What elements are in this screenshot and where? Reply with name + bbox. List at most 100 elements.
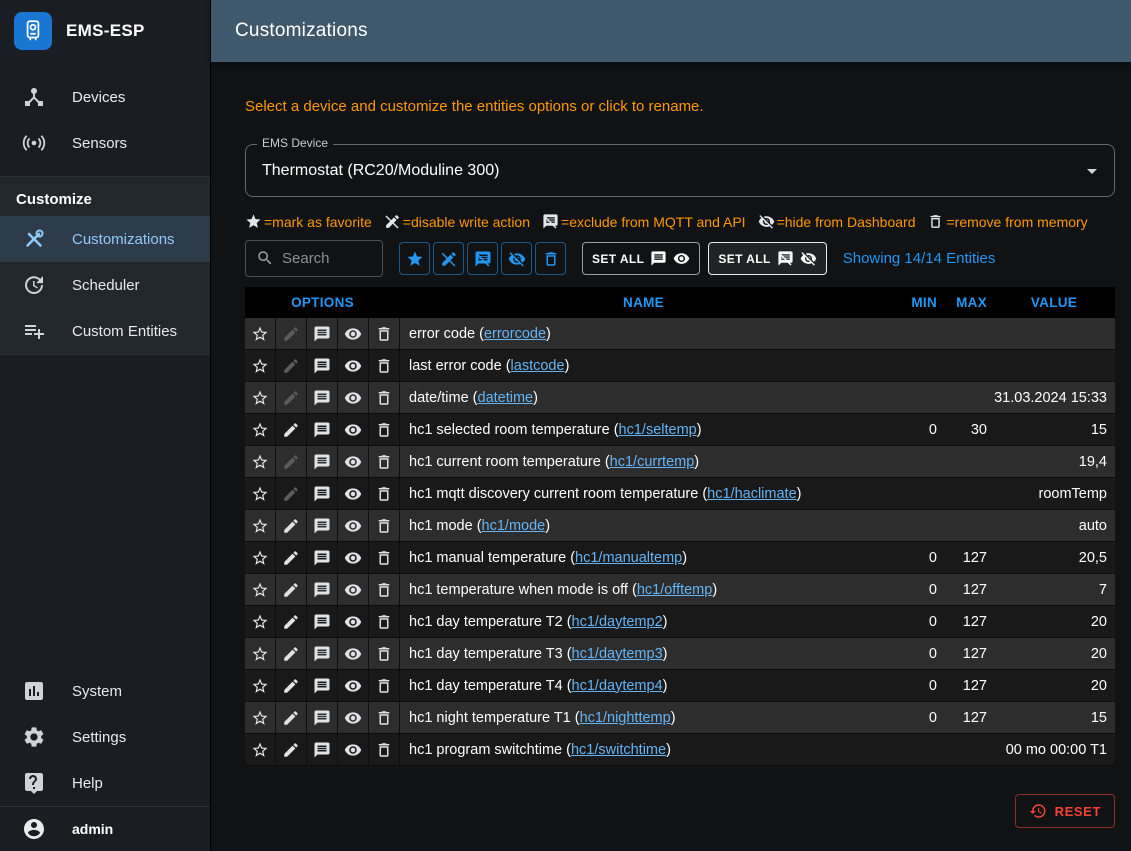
set-all-button-2[interactable]: SET ALL — [708, 242, 826, 275]
reset-button[interactable]: RESET — [1015, 794, 1115, 828]
write-toggle[interactable] — [276, 350, 307, 381]
sidebar-item-devices[interactable]: Devices — [0, 74, 210, 120]
remove-toggle[interactable] — [369, 542, 400, 573]
write-toggle[interactable] — [276, 638, 307, 669]
favorite-toggle[interactable] — [245, 382, 276, 413]
sidebar-item-settings[interactable]: Settings — [0, 714, 210, 760]
visibility-toggle[interactable] — [338, 318, 369, 349]
remove-toggle[interactable] — [369, 510, 400, 541]
favorite-toggle[interactable] — [245, 446, 276, 477]
favorite-toggle[interactable] — [245, 318, 276, 349]
sidebar-item-custom-entities[interactable]: Custom Entities — [0, 308, 210, 354]
entity-name[interactable]: hc1 mode (hc1/mode) — [400, 510, 887, 541]
ems-device-select[interactable]: EMS Device Thermostat (RC20/Moduline 300… — [245, 144, 1115, 197]
mqtt-exclude-toggle[interactable] — [307, 606, 338, 637]
mqtt-exclude-toggle[interactable] — [307, 670, 338, 701]
remove-toggle[interactable] — [369, 318, 400, 349]
write-toggle[interactable] — [276, 734, 307, 765]
write-toggle[interactable] — [276, 670, 307, 701]
entity-name[interactable]: hc1 temperature when mode is off (hc1/of… — [400, 574, 887, 605]
visibility-toggle[interactable] — [338, 638, 369, 669]
entity-name[interactable]: hc1 program switchtime (hc1/switchtime) — [400, 734, 887, 765]
mqtt-exclude-toggle[interactable] — [307, 542, 338, 573]
visibility-toggle[interactable] — [338, 670, 369, 701]
filter-favorite-button[interactable] — [399, 242, 430, 275]
visibility-toggle[interactable] — [338, 446, 369, 477]
visibility-toggle[interactable] — [338, 382, 369, 413]
visibility-toggle[interactable] — [338, 414, 369, 445]
entity-tag-link[interactable]: errorcode — [484, 326, 546, 342]
search-input[interactable] — [282, 250, 372, 267]
entity-name[interactable]: hc1 manual temperature (hc1/manualtemp) — [400, 542, 887, 573]
mqtt-exclude-toggle[interactable] — [307, 574, 338, 605]
remove-toggle[interactable] — [369, 606, 400, 637]
write-toggle[interactable] — [276, 318, 307, 349]
sidebar-item-customizations[interactable]: Customizations — [0, 216, 210, 262]
filter-hide-button[interactable] — [501, 242, 532, 275]
entity-name[interactable]: error code (errorcode) — [400, 318, 887, 349]
visibility-toggle[interactable] — [338, 574, 369, 605]
entity-tag-link[interactable]: hc1/mode — [482, 518, 546, 534]
visibility-toggle[interactable] — [338, 606, 369, 637]
visibility-toggle[interactable] — [338, 350, 369, 381]
mqtt-exclude-toggle[interactable] — [307, 510, 338, 541]
entity-name[interactable]: hc1 day temperature T4 (hc1/daytemp4) — [400, 670, 887, 701]
entity-tag-link[interactable]: lastcode — [511, 358, 565, 374]
remove-toggle[interactable] — [369, 702, 400, 733]
favorite-toggle[interactable] — [245, 702, 276, 733]
mqtt-exclude-toggle[interactable] — [307, 638, 338, 669]
write-toggle[interactable] — [276, 446, 307, 477]
entity-tag-link[interactable]: hc1/manualtemp — [575, 550, 682, 566]
entity-tag-link[interactable]: hc1/switchtime — [571, 742, 666, 758]
visibility-toggle[interactable] — [338, 734, 369, 765]
entity-name[interactable]: hc1 mqtt discovery current room temperat… — [400, 478, 887, 509]
set-all-button-1[interactable]: SET ALL — [582, 242, 700, 275]
favorite-toggle[interactable] — [245, 478, 276, 509]
entity-name[interactable]: hc1 selected room temperature (hc1/selte… — [400, 414, 887, 445]
write-toggle[interactable] — [276, 414, 307, 445]
entity-name[interactable]: hc1 current room temperature (hc1/currte… — [400, 446, 887, 477]
visibility-toggle[interactable] — [338, 478, 369, 509]
write-toggle[interactable] — [276, 702, 307, 733]
favorite-toggle[interactable] — [245, 510, 276, 541]
remove-toggle[interactable] — [369, 446, 400, 477]
sidebar-item-help[interactable]: Help — [0, 760, 210, 806]
entity-tag-link[interactable]: hc1/daytemp4 — [572, 678, 663, 694]
visibility-toggle[interactable] — [338, 542, 369, 573]
favorite-toggle[interactable] — [245, 606, 276, 637]
mqtt-exclude-toggle[interactable] — [307, 446, 338, 477]
entity-tag-link[interactable]: hc1/haclimate — [707, 486, 796, 502]
visibility-toggle[interactable] — [338, 702, 369, 733]
entity-name[interactable]: hc1 night temperature T1 (hc1/nighttemp) — [400, 702, 887, 733]
sidebar-user[interactable]: admin — [0, 806, 210, 851]
write-toggle[interactable] — [276, 574, 307, 605]
mqtt-exclude-toggle[interactable] — [307, 350, 338, 381]
remove-toggle[interactable] — [369, 478, 400, 509]
mqtt-exclude-toggle[interactable] — [307, 318, 338, 349]
write-toggle[interactable] — [276, 510, 307, 541]
entity-tag-link[interactable]: hc1/offtemp — [637, 582, 713, 598]
mqtt-exclude-toggle[interactable] — [307, 702, 338, 733]
entity-tag-link[interactable]: hc1/daytemp2 — [572, 614, 663, 630]
remove-toggle[interactable] — [369, 574, 400, 605]
filter-remove-button[interactable] — [535, 242, 566, 275]
write-toggle[interactable] — [276, 606, 307, 637]
entity-tag-link[interactable]: hc1/currtemp — [610, 454, 695, 470]
entity-tag-link[interactable]: hc1/seltemp — [619, 422, 697, 438]
visibility-toggle[interactable] — [338, 510, 369, 541]
mqtt-exclude-toggle[interactable] — [307, 734, 338, 765]
entity-name[interactable]: hc1 day temperature T2 (hc1/daytemp2) — [400, 606, 887, 637]
mqtt-exclude-toggle[interactable] — [307, 382, 338, 413]
remove-toggle[interactable] — [369, 350, 400, 381]
entity-name[interactable]: date/time (datetime) — [400, 382, 887, 413]
entity-tag-link[interactable]: hc1/nighttemp — [580, 710, 671, 726]
mqtt-exclude-toggle[interactable] — [307, 414, 338, 445]
entity-name[interactable]: hc1 day temperature T3 (hc1/daytemp3) — [400, 638, 887, 669]
sidebar-item-system[interactable]: System — [0, 668, 210, 714]
write-toggle[interactable] — [276, 478, 307, 509]
write-toggle[interactable] — [276, 542, 307, 573]
remove-toggle[interactable] — [369, 734, 400, 765]
entity-name[interactable]: last error code (lastcode) — [400, 350, 887, 381]
filter-disable-write-button[interactable] — [433, 242, 464, 275]
remove-toggle[interactable] — [369, 638, 400, 669]
